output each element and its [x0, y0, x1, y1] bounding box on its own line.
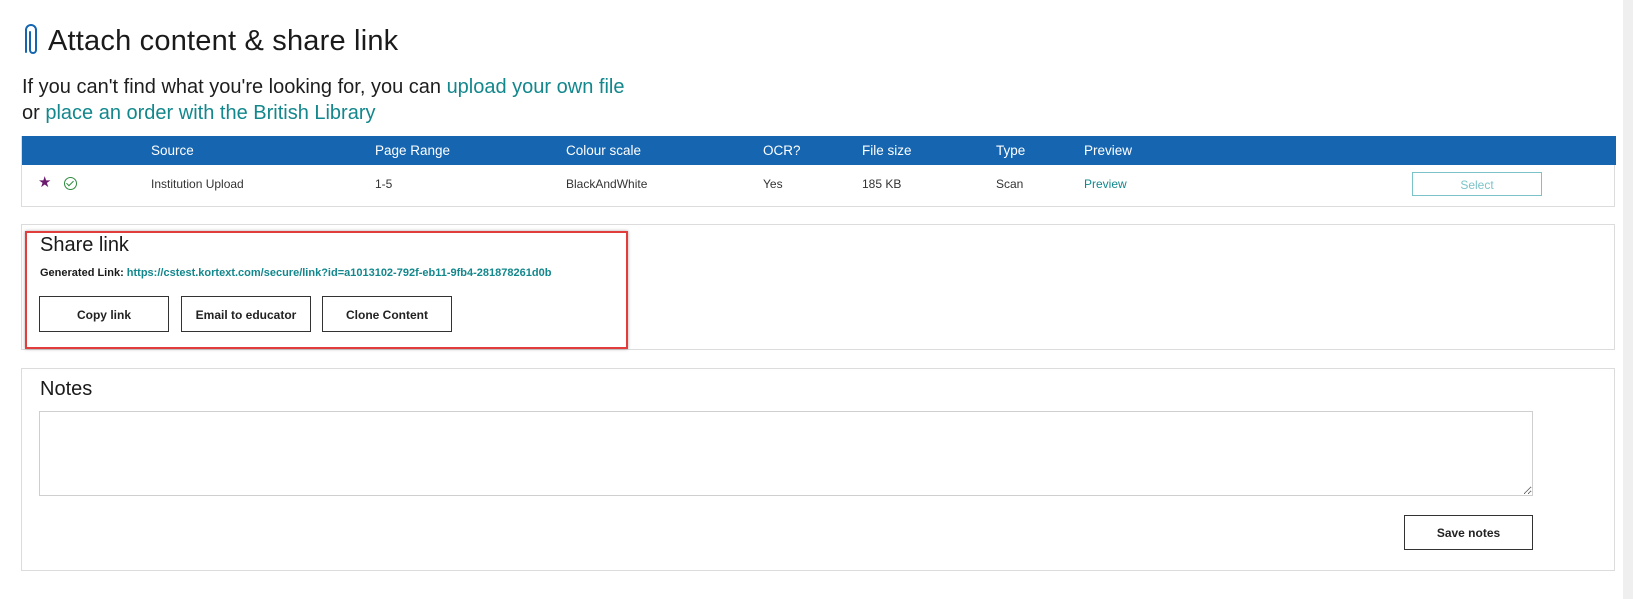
table-row: ★ Institution Upload 1-5 BlackAndWhite Y… — [22, 165, 1616, 206]
preview-link[interactable]: Preview — [1084, 165, 1127, 203]
save-notes-button[interactable]: Save notes — [1404, 515, 1533, 550]
cell-page-range: 1-5 — [375, 177, 393, 191]
column-header-file-size: File size — [862, 143, 912, 158]
column-header-ocr: OCR? — [763, 143, 801, 158]
email-to-educator-button[interactable]: Email to educator — [181, 296, 311, 332]
table-header: Source Page Range Colour scale OCR? File… — [22, 136, 1616, 165]
check-circle-icon — [64, 177, 77, 190]
page-title: Attach content & share link — [48, 24, 399, 57]
cell-file-size: 185 KB — [862, 177, 902, 191]
cell-ocr: Yes — [763, 177, 783, 191]
upload-own-file-link[interactable]: upload your own file — [447, 76, 625, 98]
copy-link-button[interactable]: Copy link — [39, 296, 169, 332]
column-header-source: Source — [151, 143, 194, 158]
clone-content-button[interactable]: Clone Content — [322, 296, 452, 332]
generated-link-url[interactable]: https://cstest.kortext.com/secure/link?i… — [127, 267, 552, 279]
column-header-preview: Preview — [1084, 143, 1133, 158]
page-header: Attach content & share link — [20, 22, 398, 60]
generated-link: Generated Link: https://cstest.kortext.c… — [40, 267, 551, 279]
share-link-title: Share link — [40, 234, 129, 256]
column-header-colour-scale: Colour scale — [566, 143, 642, 158]
cell-source: Institution Upload — [151, 177, 244, 191]
cell-type: Scan — [996, 177, 1024, 191]
column-header-type: Type — [996, 143, 1026, 158]
select-button[interactable]: Select — [1412, 172, 1542, 196]
notes-title: Notes — [40, 378, 93, 400]
generated-link-label: Generated Link: — [40, 267, 127, 279]
star-icon: ★ — [38, 174, 52, 191]
paperclip-icon — [25, 24, 37, 54]
intro-text-2: or — [22, 102, 46, 124]
content-table: Source Page Range Colour scale OCR? File… — [21, 136, 1616, 207]
notes-textarea[interactable] — [39, 411, 1533, 496]
column-header-page-range: Page Range — [375, 143, 451, 158]
intro-text-1: If you can't find what you're looking fo… — [22, 76, 447, 98]
british-library-order-link[interactable]: place an order with the British Library — [45, 102, 375, 124]
intro-text: If you can't find what you're looking fo… — [22, 74, 624, 126]
page: Attach content & share link If you can't… — [0, 0, 1633, 599]
cell-colour-scale: BlackAndWhite — [566, 177, 648, 191]
